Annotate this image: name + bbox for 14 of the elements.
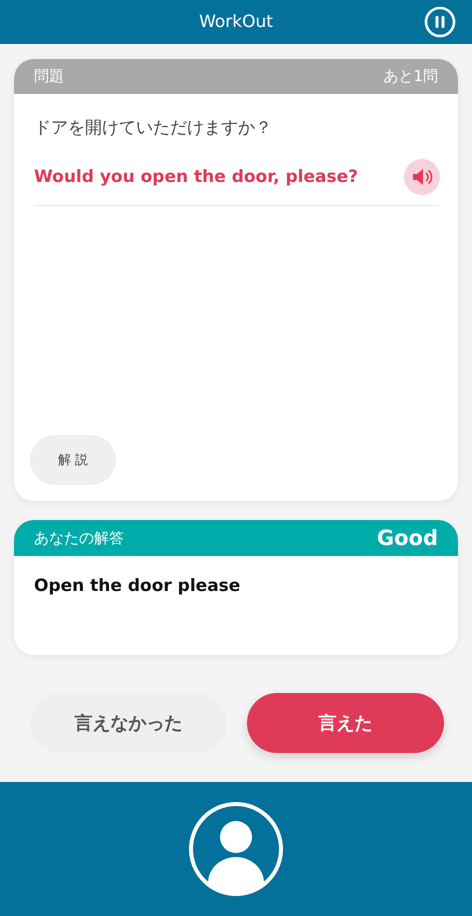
remaining-count: あと1問 bbox=[383, 67, 438, 86]
explanation-button[interactable]: 解 説 bbox=[30, 435, 116, 485]
card-label: 問題 bbox=[34, 67, 64, 86]
avatar-icon[interactable] bbox=[188, 801, 284, 897]
answer-text: Open the door please bbox=[34, 576, 240, 596]
question-text: ドアを開けていただけますか？ bbox=[34, 117, 273, 139]
app-title: WorkOut bbox=[199, 12, 273, 32]
pause-icon[interactable] bbox=[424, 6, 456, 38]
answer-sentence: Would you open the door, please? bbox=[34, 167, 358, 187]
grade-label: Good bbox=[376, 526, 438, 550]
answer-button[interactable]: 言えなかった bbox=[30, 693, 227, 753]
speaker-icon[interactable] bbox=[404, 159, 440, 195]
answer-button[interactable]: 言えた bbox=[247, 693, 444, 753]
card-label: あなたの解答 bbox=[34, 528, 124, 548]
